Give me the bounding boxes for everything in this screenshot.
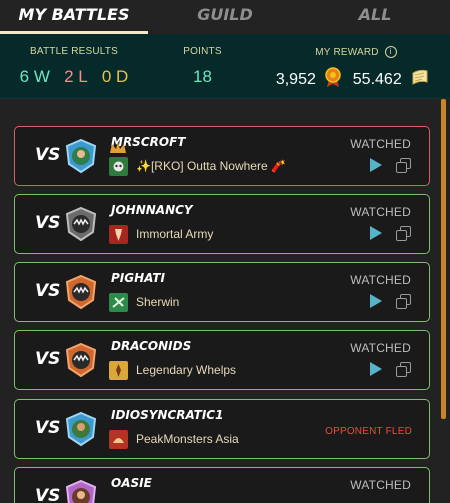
guild-emblem-icon (109, 430, 128, 449)
tab-all[interactable]: ALL (300, 0, 450, 34)
guild-emblem-icon (109, 293, 128, 312)
vs-label: VS (35, 418, 61, 438)
battle-card[interactable]: VS JOHNNANCY Immortal Army WATCHED (14, 194, 430, 254)
crown-icon (110, 142, 126, 153)
vs-label: VS (35, 349, 61, 369)
play-replay-icon[interactable] (370, 158, 382, 172)
opponent-name: OASIE (111, 476, 152, 490)
guild-emblem-icon (109, 157, 128, 176)
merit-coin-icon (325, 67, 342, 87)
copy-icon[interactable] (396, 362, 411, 377)
tab-guild[interactable]: GUILD (150, 0, 300, 34)
info-icon[interactable]: i (384, 46, 397, 58)
opponent-avatar (65, 479, 97, 503)
play-replay-icon[interactable] (370, 362, 382, 376)
opponent-name: DRACONIDS (111, 339, 192, 353)
opponent-avatar (65, 411, 97, 447)
my-reward-header: MY REWARD i (262, 46, 450, 58)
battle-card[interactable]: VS MRSCROFT ✨[RKO] Outta Nowhere 🧨 WATCH… (14, 126, 430, 186)
battle-status: OPPONENT FLED (325, 426, 412, 437)
battle-summary: BATTLE RESULTS 6 W 2 L 0 D POINTS 18 MY … (0, 34, 450, 99)
battle-card[interactable]: VS IDIOSYNCRATIC1 PeakMonsters Asia OPPO… (14, 399, 430, 459)
battle-results: BATTLE RESULTS 6 W 2 L 0 D (0, 34, 148, 98)
reward-amount-2: 55.462 (352, 71, 402, 88)
battle-results-values: 6 W 2 L 0 D (0, 67, 148, 87)
reward-values: 3,952 55.462 (262, 67, 450, 89)
scrollbar[interactable] (441, 99, 446, 419)
scroll-token-icon (412, 69, 428, 85)
battle-status: WATCHED (350, 273, 411, 287)
opponent-avatar (65, 274, 97, 310)
guild-name: ✨[RKO] Outta Nowhere 🧨 (136, 159, 286, 173)
my-reward-label: MY REWARD (315, 47, 379, 58)
battle-status: WATCHED (350, 205, 411, 219)
guild-name: Legendary Whelps (136, 363, 237, 377)
copy-icon[interactable] (396, 158, 411, 173)
guild-emblem-icon (109, 225, 128, 244)
my-reward: MY REWARD i 3,952 55.462 (262, 34, 450, 98)
play-replay-icon[interactable] (370, 294, 382, 308)
guild-name: PeakMonsters Asia (136, 432, 239, 446)
vs-label: VS (35, 145, 61, 165)
battle-status: WATCHED (350, 137, 411, 151)
battle-list: VS MRSCROFT ✨[RKO] Outta Nowhere 🧨 WATCH… (0, 99, 450, 503)
points-value: 18 (193, 67, 212, 86)
vs-label: VS (35, 213, 61, 233)
play-replay-icon[interactable] (370, 226, 382, 240)
guild-name: Immortal Army (136, 227, 214, 241)
opponent-avatar (65, 206, 97, 242)
battle-status: WATCHED (350, 478, 411, 492)
guild-emblem-icon (109, 361, 128, 380)
battle-card[interactable]: VS PIGHATI Sherwin WATCHED (14, 262, 430, 322)
points: POINTS 18 (160, 34, 245, 98)
copy-icon[interactable] (396, 294, 411, 309)
tab-my-battles[interactable]: MY BATTLES (0, 0, 148, 34)
copy-icon[interactable] (396, 226, 411, 241)
opponent-name: JOHNNANCY (111, 203, 193, 217)
battle-tabs: MY BATTLES GUILD ALL (0, 0, 450, 34)
reward-amount-1: 3,952 (275, 71, 316, 88)
guild-name: Sherwin (136, 295, 180, 309)
losses-count: 2 L (64, 67, 88, 86)
points-label: POINTS (183, 46, 222, 57)
opponent-name: IDIOSYNCRATIC1 (111, 408, 224, 422)
battle-card[interactable]: VS OASIE WATCHED (14, 467, 430, 503)
battle-results-label: BATTLE RESULTS (29, 46, 118, 57)
opponent-avatar (65, 342, 97, 378)
vs-label: VS (35, 486, 61, 503)
opponent-avatar (65, 138, 97, 174)
battle-status: WATCHED (350, 341, 411, 355)
opponent-name: PIGHATI (111, 271, 165, 285)
wins-count: 6 W (19, 67, 50, 86)
battle-card[interactable]: VS DRACONIDS Legendary Whelps WATCHED (14, 330, 430, 390)
draws-count: 0 D (101, 67, 129, 86)
vs-label: VS (35, 281, 61, 301)
